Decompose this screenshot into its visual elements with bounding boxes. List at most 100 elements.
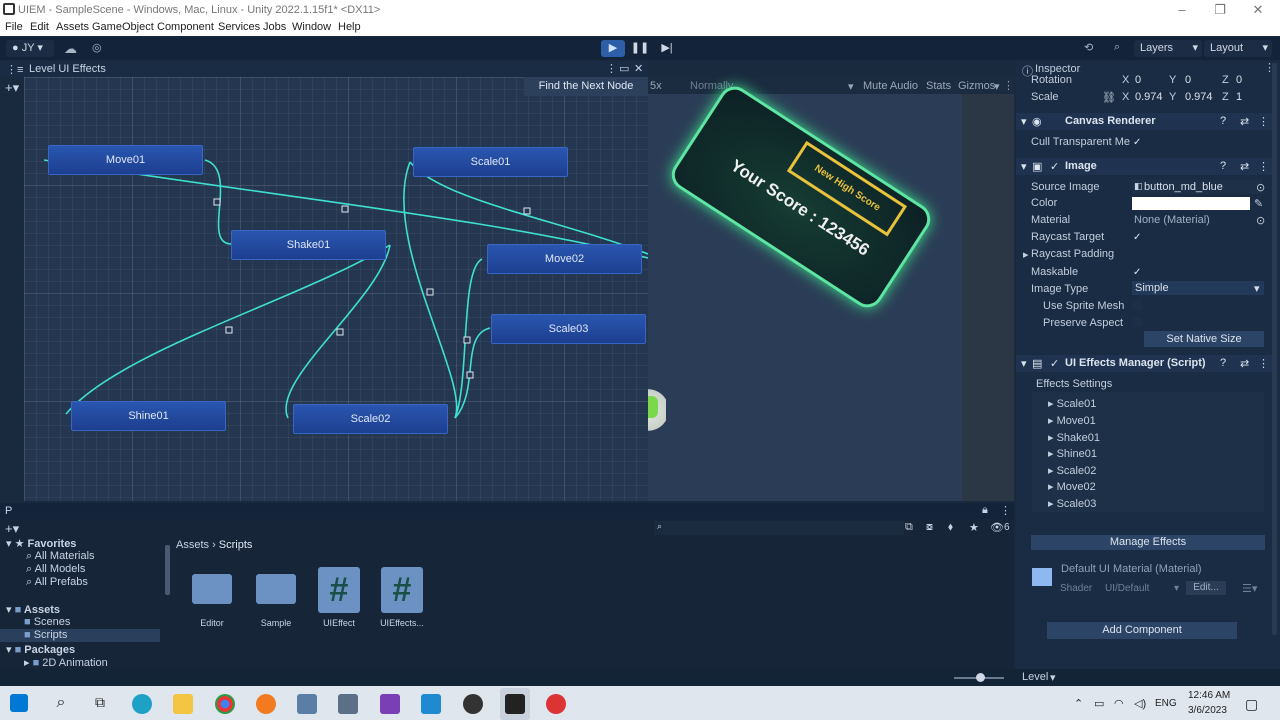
task-view-icon[interactable]: ⧉ [90,694,110,714]
clock-time[interactable]: 12:46 AM [1188,690,1230,701]
scale-z[interactable]: 1 [1236,91,1242,103]
search-icon[interactable]: ⌕ [51,694,71,714]
tree-item[interactable]: ▸ ■ 2D Animation [24,656,108,669]
preset-icon[interactable]: ⇄ [1240,357,1249,370]
connection-handle[interactable] [225,326,233,334]
image-header[interactable]: ▾ ▣ ✓ Image ? ⇄ ⋮ [1016,158,1274,175]
shader-edit-button[interactable]: Edit... [1186,581,1226,595]
more-icon[interactable]: ⋮ [1000,504,1011,517]
project-tab[interactable]: P [5,505,12,517]
tree-scrollbar[interactable] [165,545,170,595]
folder-icon[interactable] [256,574,296,604]
cull-checkbox[interactable]: ✓ [1133,138,1143,148]
connection-handle[interactable] [523,207,531,215]
node-move02[interactable]: Move02 [487,244,642,274]
help-icon[interactable]: ? [1220,115,1226,127]
rotation-x[interactable]: 0 [1135,74,1141,86]
folder-icon[interactable] [192,574,232,604]
file-explorer-icon[interactable] [173,694,193,714]
add-component-button[interactable]: Add Component [1047,622,1237,639]
favorite-item[interactable]: ⌕ All Models [26,563,85,576]
label-icon[interactable]: ⬧ [948,521,953,534]
vscode-icon[interactable] [421,694,441,714]
connection-handle[interactable] [341,205,349,213]
wifi-icon[interactable]: ◠ [1114,697,1124,710]
step-button[interactable]: ▶| [655,40,679,57]
favorite-item[interactable]: ⌕ All Prefabs [26,576,88,589]
raycast-target-checkbox[interactable]: ✓ [1133,233,1143,243]
level-dropdown[interactable]: Level [1022,671,1048,683]
recorder-icon[interactable] [546,694,566,714]
preserve-aspect-checkbox[interactable] [1132,317,1142,327]
layout-dropdown[interactable]: Layout ▾ [1204,40,1272,57]
connection-handle[interactable] [426,288,434,296]
color-swatch[interactable] [1132,197,1250,210]
edge-icon[interactable] [132,694,152,714]
list-item[interactable]: ▸ Scale03 [1048,497,1096,510]
canvas-renderer-header[interactable]: ▾ ◉ Canvas Renderer ? ⇄ ⋮ [1016,113,1274,130]
raycast-padding-label[interactable]: Raycast Padding [1031,248,1114,260]
list-item[interactable]: ▸ Shake01 [1048,431,1100,444]
object-picker-icon[interactable]: ⊙ [1256,181,1265,194]
gizmos-toggle[interactable]: Gizmos [958,80,995,92]
assets-tree-header[interactable]: ▾ ■ Assets [6,603,60,616]
list-item[interactable]: ▸ Scale01 [1048,397,1096,410]
maximize-icon[interactable]: ❐ [1210,2,1230,18]
image-enabled-checkbox[interactable]: ✓ [1050,160,1059,173]
node-shake01[interactable]: Shake01 [231,230,386,260]
find-next-node-button[interactable]: Find the Next Node [524,77,648,96]
object-picker-icon[interactable]: ⊙ [1256,214,1265,227]
list-item[interactable]: ▸ Shine01 [1048,447,1097,460]
link-icon[interactable]: ⛓ [1102,91,1116,104]
favorite-icon[interactable]: ★ [969,521,979,534]
unity-hub-icon[interactable] [463,694,483,714]
packages-tree-header[interactable]: ▾ ■ Packages [6,643,75,656]
inspector-scrollbar[interactable] [1272,63,1277,635]
source-image-field[interactable]: ◧ button_md_blue [1132,180,1262,194]
connection-handle[interactable] [336,328,344,336]
tray-chevron-icon[interactable]: ⌃ [1074,697,1083,710]
node-scale01[interactable]: Scale01 [413,147,568,177]
tree-item[interactable]: ■ Scenes [24,616,70,628]
eyedropper-icon[interactable]: ✎ [1254,197,1263,210]
maskable-checkbox[interactable]: ✓ [1133,268,1143,278]
scene-view-icon[interactable]: ⧉ [905,521,913,534]
node-scale02[interactable]: Scale02 [293,404,448,434]
scale-x[interactable]: 0.974 [1135,91,1163,103]
visual-studio-icon[interactable] [380,694,400,714]
zoom-slider-thumb[interactable] [976,673,985,682]
set-native-size-button[interactable]: Set Native Size [1144,331,1264,347]
mute-audio-toggle[interactable]: Mute Audio [863,80,918,92]
rotation-y[interactable]: 0 [1185,74,1191,86]
node-scale03[interactable]: Scale03 [491,314,646,344]
firefox-icon[interactable] [256,694,276,714]
image-type-dropdown[interactable]: Simple ▾ [1132,281,1264,295]
script-enabled-checkbox[interactable]: ✓ [1050,357,1059,370]
minimize-icon[interactable]: – [1172,2,1192,18]
list-item[interactable]: ▸ Move02 [1048,480,1096,493]
material-field[interactable]: None (Material) [1134,214,1210,226]
layers-dropdown[interactable]: Layers ▾ [1134,40,1202,57]
volume-icon[interactable]: ◁) [1134,697,1146,710]
add-icon[interactable]: +▾ [5,521,19,537]
connection-handle[interactable] [213,198,221,206]
help-icon[interactable]: ? [1220,357,1226,369]
more-icon[interactable]: ⋮ [1258,160,1269,173]
close-icon[interactable]: ✕ [1248,2,1268,18]
favorite-item[interactable]: ⌕ All Materials [26,550,95,563]
raycast-padding-foldout[interactable]: ▸ [1023,248,1029,261]
script-header[interactable]: ▾ ▤ ✓ UI Effects Manager (Script) ? ⇄ ⋮ [1016,355,1274,372]
filter-type-icon[interactable]: ⧇ [926,521,933,534]
connection-handle[interactable] [466,371,474,379]
manage-effects-button[interactable]: Manage Effects [1031,535,1265,550]
favorites-header[interactable]: ▾ ★ Favorites [6,537,76,550]
app-icon[interactable] [297,694,317,714]
project-search-input[interactable]: ⌕ [654,521,904,535]
node-move01[interactable]: Move01 [48,145,203,175]
search-icon[interactable]: ⌕ [1114,41,1120,54]
hidden-count-icon[interactable]: 👁︎ [990,521,1004,534]
language-indicator[interactable]: ENG [1155,698,1177,709]
preset-icon[interactable]: ⇄ [1240,115,1249,128]
shader-dropdown[interactable]: UI/Default [1105,583,1149,594]
list-item[interactable]: ▸ Scale02 [1048,464,1096,477]
